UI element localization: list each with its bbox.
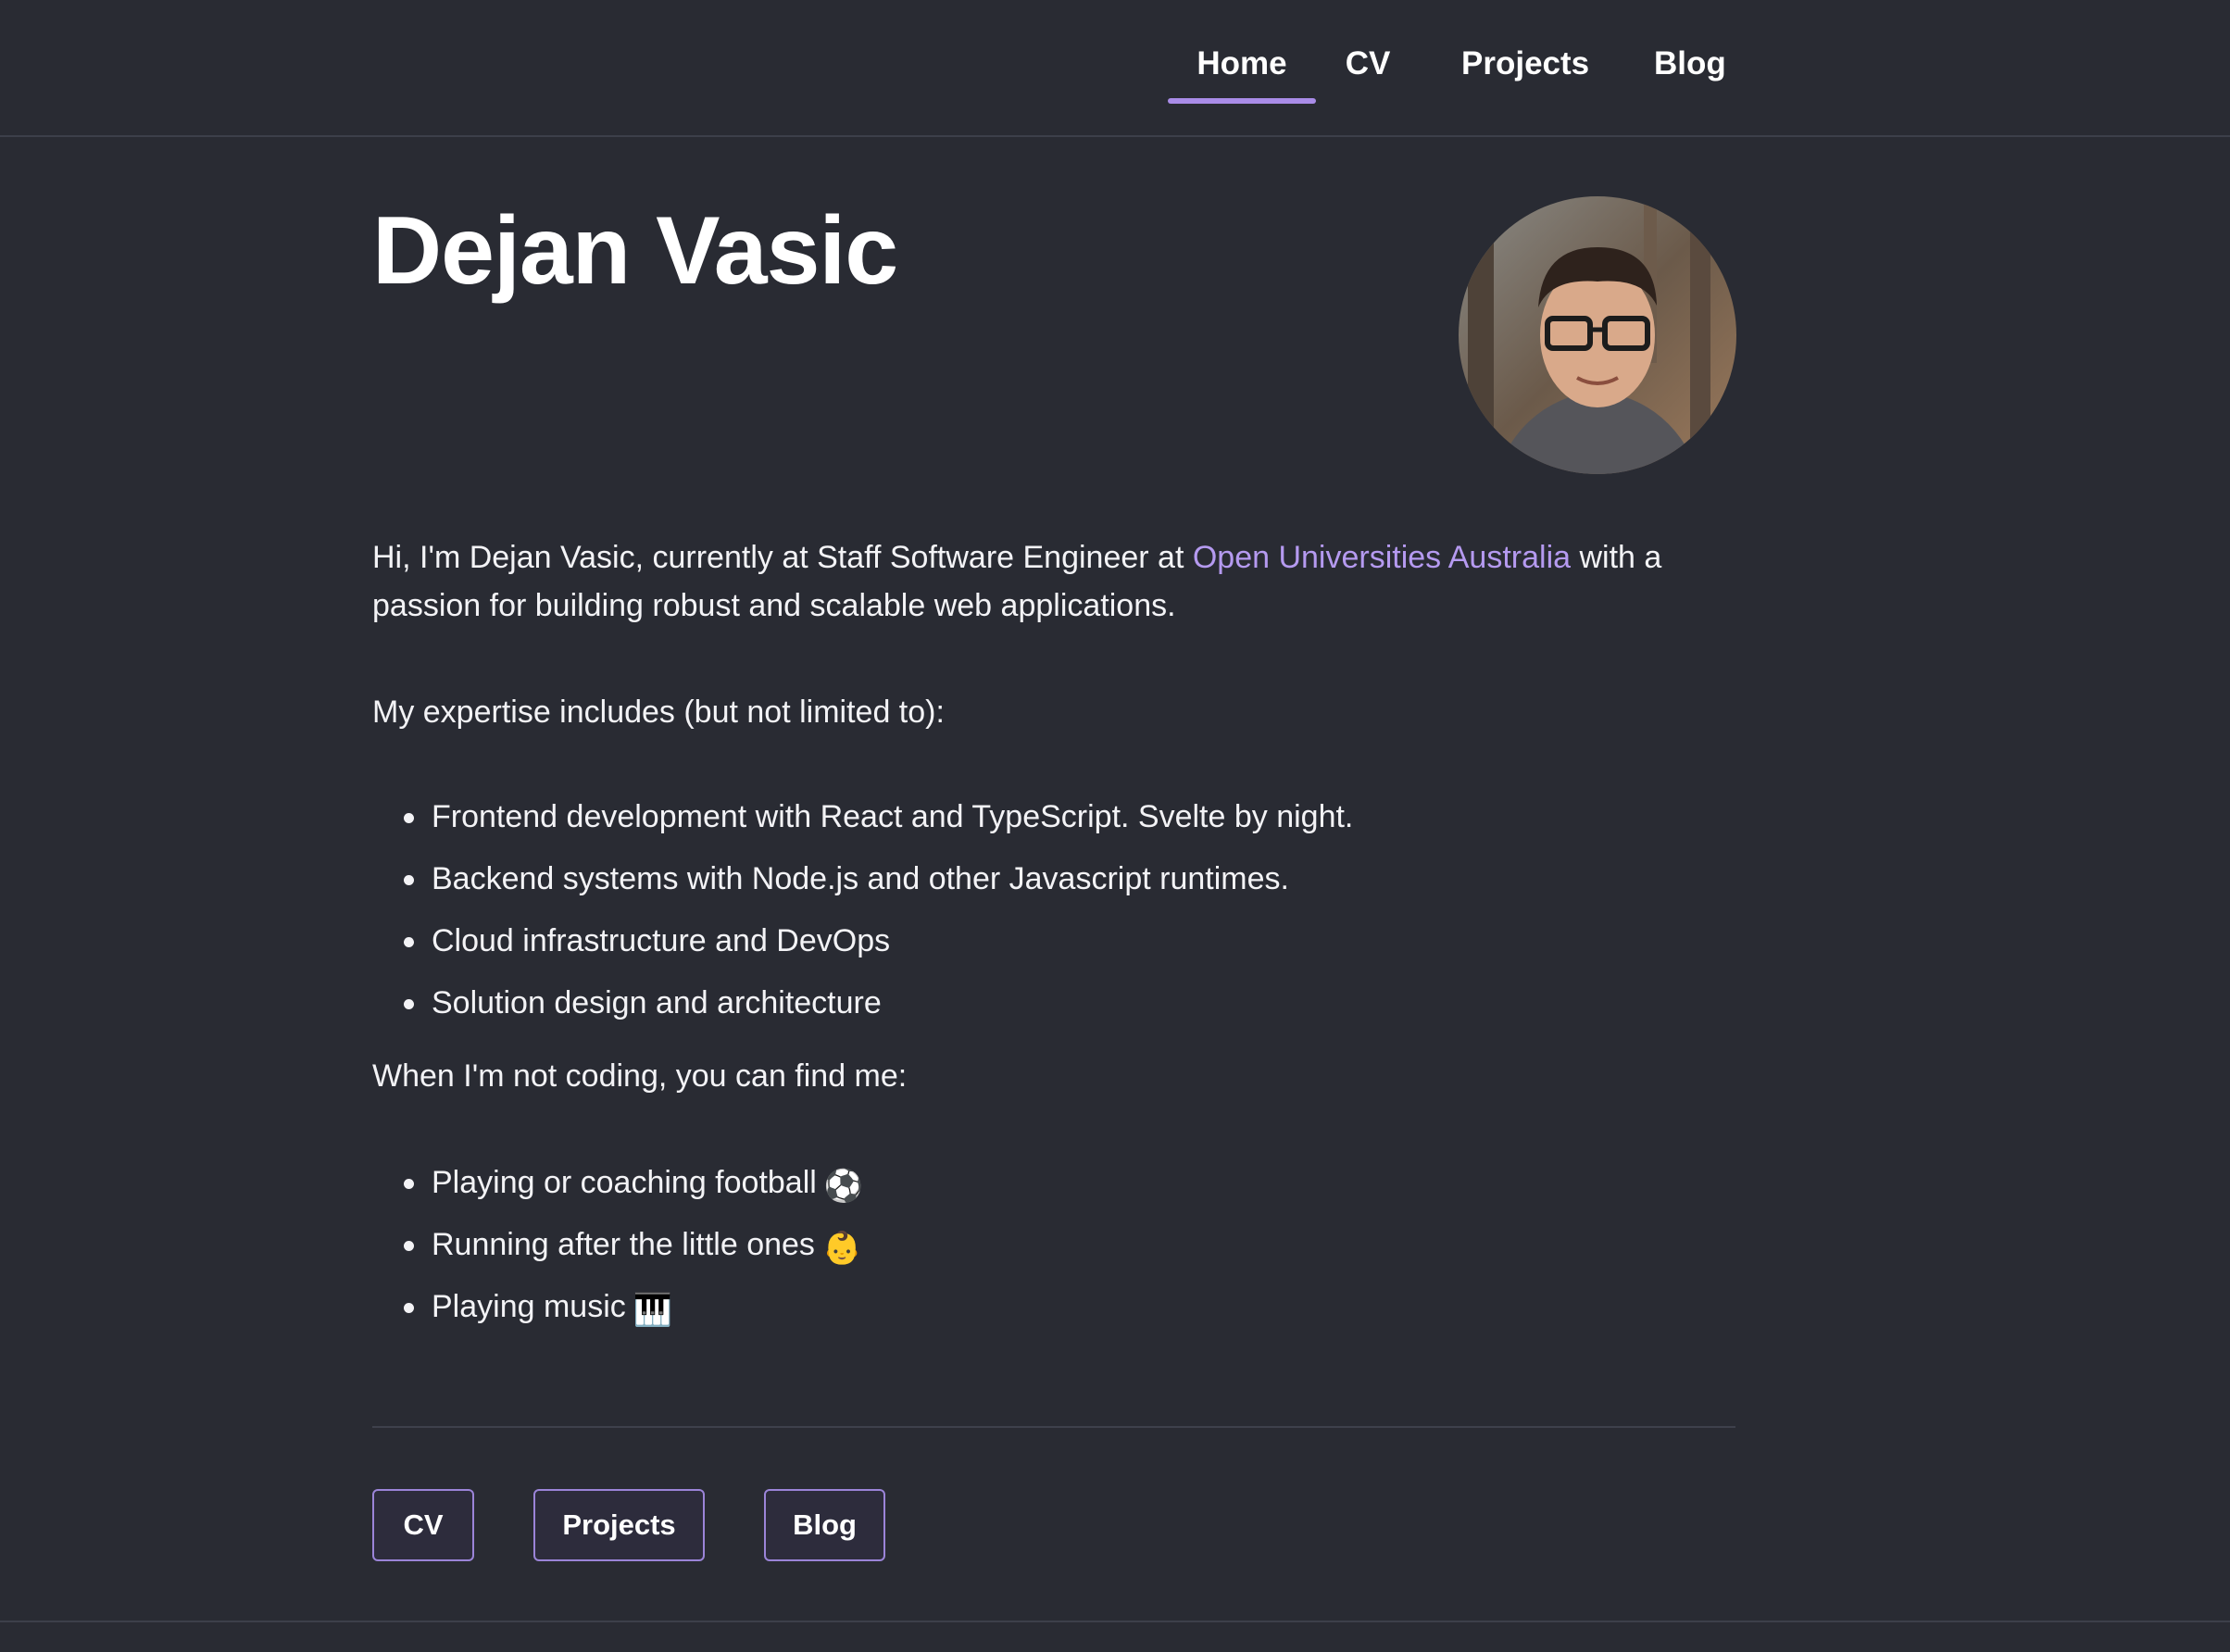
list-item-text: Solution design and architecture: [432, 985, 882, 1020]
list-item-text: Running after the little ones: [432, 1227, 815, 1262]
profile-photo-icon: [1459, 196, 1736, 474]
list-item-text: Playing music: [432, 1289, 626, 1324]
expertise-list: Frontend development with React and Type…: [372, 793, 1735, 1041]
cv-button[interactable]: CV: [372, 1489, 474, 1561]
avatar: [1459, 196, 1736, 474]
baby-icon: 👶: [821, 1231, 862, 1266]
list-item-text: Cloud infrastructure and DevOps: [432, 923, 891, 958]
list-item: Backend systems with Node.js and other J…: [372, 855, 1735, 917]
expertise-heading: My expertise includes (but not limited t…: [372, 695, 945, 730]
bullet-icon: [404, 999, 414, 1009]
page-title: Dejan Vasic: [372, 197, 898, 305]
main-content: Hi, I'm Dejan Vasic, currently at Staff …: [372, 533, 1735, 1345]
nav-blog-link[interactable]: Blog: [1654, 43, 1726, 89]
top-navigation: Home CV Projects Blog: [0, 0, 2230, 137]
bullet-icon: [404, 1303, 414, 1313]
list-item: Cloud infrastructure and DevOps: [372, 917, 1735, 979]
nav-home-link[interactable]: Home: [1168, 43, 1316, 104]
footer-divider: [0, 1621, 2230, 1622]
list-item: Running after the little ones 👶: [372, 1220, 1735, 1283]
list-item: Frontend development with React and Type…: [372, 793, 1735, 855]
list-item: Solution design and architecture: [372, 979, 1735, 1041]
bullet-icon: [404, 1179, 414, 1189]
nav-projects-link[interactable]: Projects: [1461, 43, 1589, 89]
hobbies-heading: When I'm not coding, you can find me:: [372, 1058, 908, 1094]
bullet-icon: [404, 1241, 414, 1251]
football-icon: ⚽: [823, 1169, 864, 1204]
intro-text-start: Hi, I'm Dejan Vasic, currently at Staff …: [372, 540, 1193, 575]
list-item: Playing music 🎹: [372, 1283, 1735, 1345]
bullet-icon: [404, 937, 414, 947]
bullet-icon: [404, 813, 414, 823]
nav-cv-link[interactable]: CV: [1345, 43, 1391, 89]
projects-button[interactable]: Projects: [533, 1489, 705, 1561]
list-item-text: Playing or coaching football: [432, 1165, 817, 1200]
blog-button[interactable]: Blog: [764, 1489, 885, 1561]
list-item-text: Frontend development with React and Type…: [432, 799, 1354, 834]
list-item-text: Backend systems with Node.js and other J…: [432, 861, 1289, 896]
section-divider: [372, 1426, 1735, 1428]
list-item: Playing or coaching football ⚽: [372, 1158, 1735, 1220]
piano-icon: 🎹: [633, 1293, 673, 1328]
intro-paragraph: Hi, I'm Dejan Vasic, currently at Staff …: [372, 533, 1735, 630]
bullet-icon: [404, 875, 414, 885]
hobbies-list: Playing or coaching football ⚽ Running af…: [372, 1158, 1735, 1345]
employer-link[interactable]: Open Universities Australia: [1193, 540, 1571, 575]
